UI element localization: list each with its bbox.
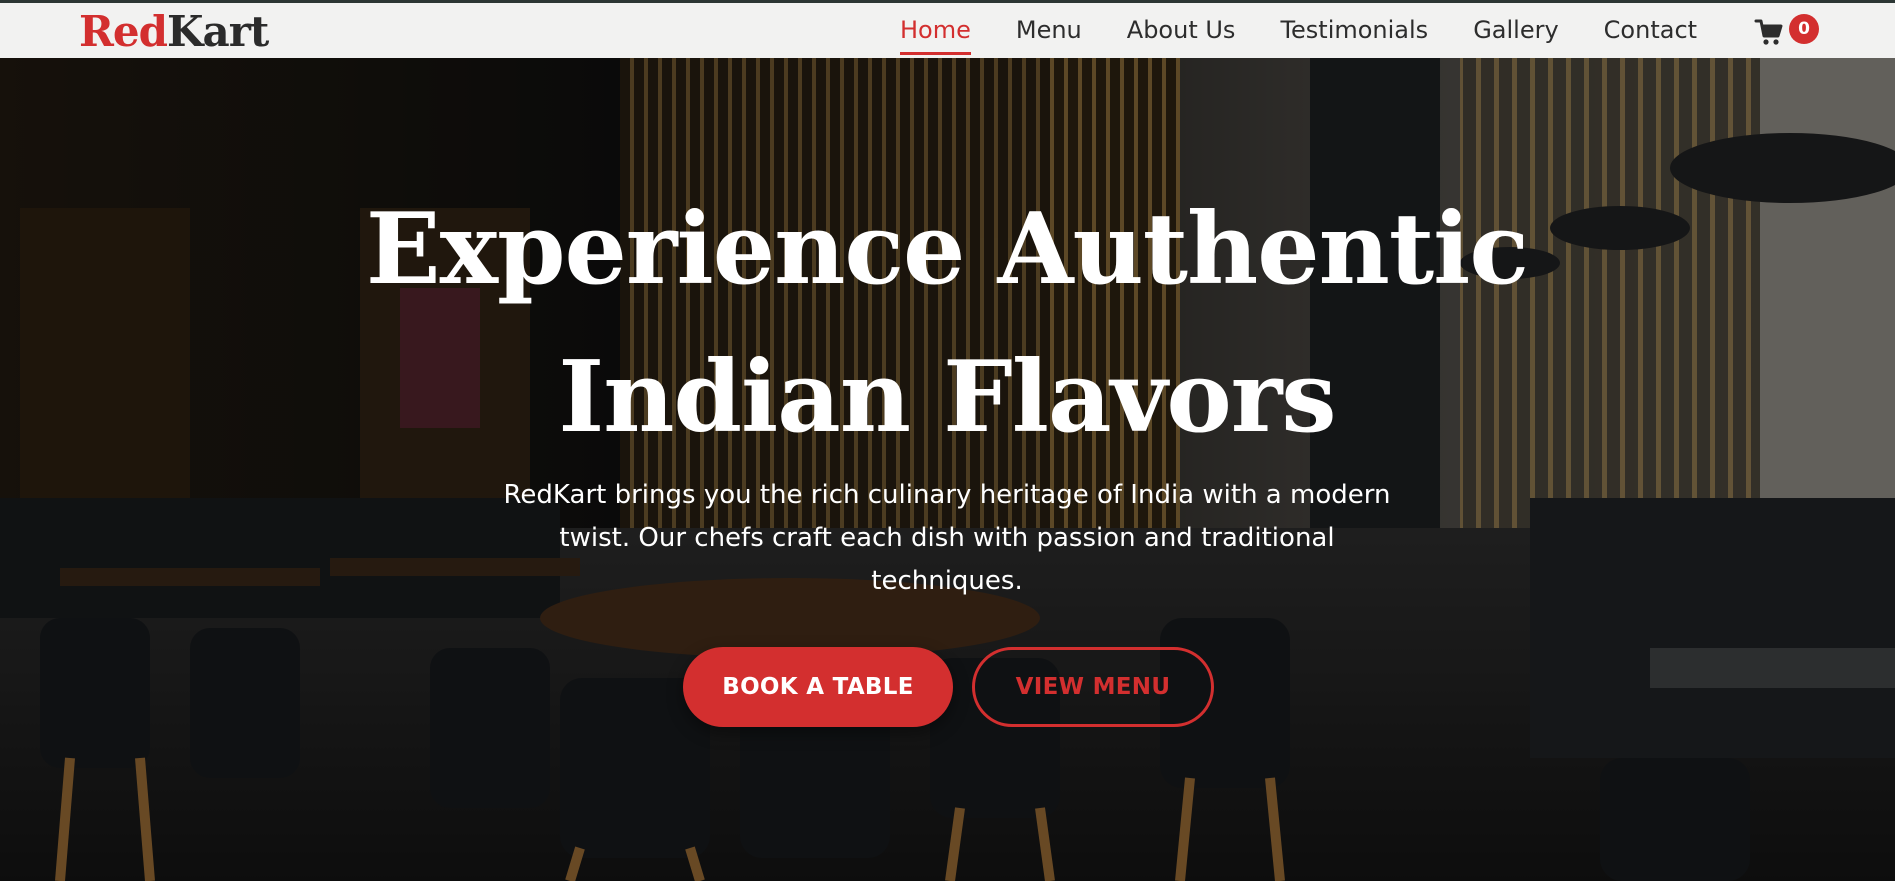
nav-link-home[interactable]: Home — [900, 3, 971, 58]
nav-link-menu[interactable]: Menu — [1016, 3, 1082, 58]
hero-section: Experience Authentic Indian Flavors RedK… — [0, 58, 1895, 881]
hero-subtitle: RedKart brings you the rich culinary her… — [503, 480, 1391, 596]
view-menu-button[interactable]: VIEW MENU — [972, 647, 1214, 727]
nav-link-contact[interactable]: Contact — [1604, 3, 1697, 58]
navbar: RedKart Home Menu About Us Testimonials … — [0, 0, 1895, 58]
cart-count-badge: 0 — [1789, 14, 1819, 44]
nav-menu: Home Menu About Us Testimonials Gallery … — [900, 3, 1742, 58]
hero-content: Experience Authentic Indian Flavors RedK… — [0, 58, 1895, 881]
hero-title-line-1: Experience Authentic — [365, 192, 1529, 307]
logo[interactable]: RedKart — [79, 7, 269, 57]
book-a-table-button[interactable]: BOOK A TABLE — [683, 647, 953, 727]
hero-title: Experience Authentic Indian Flavors — [347, 176, 1547, 472]
nav-link-about-us[interactable]: About Us — [1127, 3, 1236, 58]
logo-dark-part: Kart — [167, 7, 269, 56]
hero-title-line-2: Indian Flavors — [558, 340, 1336, 455]
nav-link-testimonials[interactable]: Testimonials — [1280, 3, 1428, 58]
nav-link-gallery[interactable]: Gallery — [1473, 3, 1558, 58]
shopping-cart-icon[interactable] — [1754, 17, 1784, 47]
logo-red-part: Red — [79, 7, 168, 56]
